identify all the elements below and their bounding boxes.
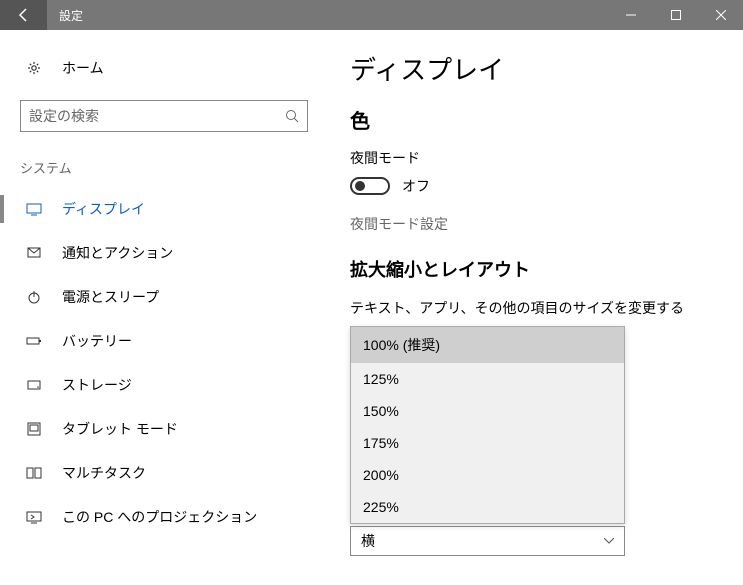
window-controls: [608, 0, 743, 30]
minimize-button[interactable]: [608, 0, 653, 30]
notification-icon: [24, 245, 44, 261]
sidebar-item-label: ディスプレイ: [62, 199, 145, 219]
chevron-down-icon: [604, 538, 614, 544]
sidebar-item-label: 通知とアクション: [62, 243, 173, 263]
scale-option[interactable]: 175%: [351, 427, 624, 459]
color-section-title: 色: [350, 105, 713, 134]
tablet-icon: [24, 421, 44, 437]
sidebar-item-power[interactable]: 電源とスリープ: [12, 275, 320, 319]
scale-option[interactable]: 200%: [351, 459, 624, 491]
orientation-value: 横: [361, 531, 375, 551]
scale-option[interactable]: 100% (推奨): [351, 327, 624, 363]
back-button[interactable]: [0, 0, 47, 30]
monitor-icon: [24, 201, 44, 217]
scale-label: テキスト、アプリ、その他の項目のサイズを変更する: [350, 298, 713, 318]
sidebar-item-display[interactable]: ディスプレイ: [12, 187, 320, 231]
projection-icon: [24, 509, 44, 525]
power-icon: [24, 289, 44, 305]
scale-dropdown-open[interactable]: 100% (推奨) 125% 150% 175% 200% 225%: [350, 326, 625, 524]
storage-icon: [24, 377, 44, 393]
home-link[interactable]: ホーム: [12, 50, 320, 86]
multitask-icon: [24, 465, 44, 481]
main-panel: ディスプレイ 色 夜間モード オフ 夜間モード設定 拡大縮小とレイアウト テキス…: [320, 30, 743, 585]
night-mode-settings-link[interactable]: 夜間モード設定: [350, 214, 713, 234]
sidebar-item-tablet[interactable]: タブレット モード: [12, 407, 320, 451]
toggle-knob: [355, 181, 365, 191]
scale-option[interactable]: 225%: [351, 491, 624, 523]
scale-section-title: 拡大縮小とレイアウト: [350, 256, 713, 282]
maximize-button[interactable]: [653, 0, 698, 30]
sidebar-item-projection[interactable]: この PC へのプロジェクション: [12, 495, 320, 539]
night-mode-toggle[interactable]: [350, 177, 390, 195]
window-title: 設定: [47, 7, 608, 24]
sidebar: ホーム システム ディスプレイ 通知とアクション 電源とスリープ バッテリー: [0, 30, 320, 585]
titlebar: 設定: [0, 0, 743, 30]
sidebar-item-label: マルチタスク: [62, 463, 146, 483]
battery-icon: [24, 333, 44, 349]
sidebar-item-label: ストレージ: [62, 375, 132, 395]
scale-option[interactable]: 150%: [351, 395, 624, 427]
search-input[interactable]: [29, 108, 285, 124]
sidebar-item-notifications[interactable]: 通知とアクション: [12, 231, 320, 275]
close-button[interactable]: [698, 0, 743, 30]
search-input-container[interactable]: [20, 100, 308, 132]
night-mode-label: 夜間モード: [350, 148, 713, 168]
gear-icon: [24, 60, 44, 76]
scale-option[interactable]: 125%: [351, 363, 624, 395]
night-mode-state: オフ: [402, 176, 430, 196]
sidebar-item-battery[interactable]: バッテリー: [12, 319, 320, 363]
sidebar-item-label: この PC へのプロジェクション: [62, 507, 257, 527]
page-title: ディスプレイ: [350, 50, 713, 87]
orientation-dropdown[interactable]: 横: [350, 526, 625, 556]
sidebar-item-storage[interactable]: ストレージ: [12, 363, 320, 407]
sidebar-item-label: バッテリー: [62, 331, 132, 351]
sidebar-item-multitask[interactable]: マルチタスク: [12, 451, 320, 495]
sidebar-item-label: タブレット モード: [62, 419, 178, 439]
sidebar-category: システム: [12, 152, 320, 187]
search-icon: [285, 109, 299, 123]
arrow-left-icon: [16, 7, 32, 23]
home-label: ホーム: [62, 58, 104, 78]
sidebar-item-label: 電源とスリープ: [62, 287, 159, 307]
